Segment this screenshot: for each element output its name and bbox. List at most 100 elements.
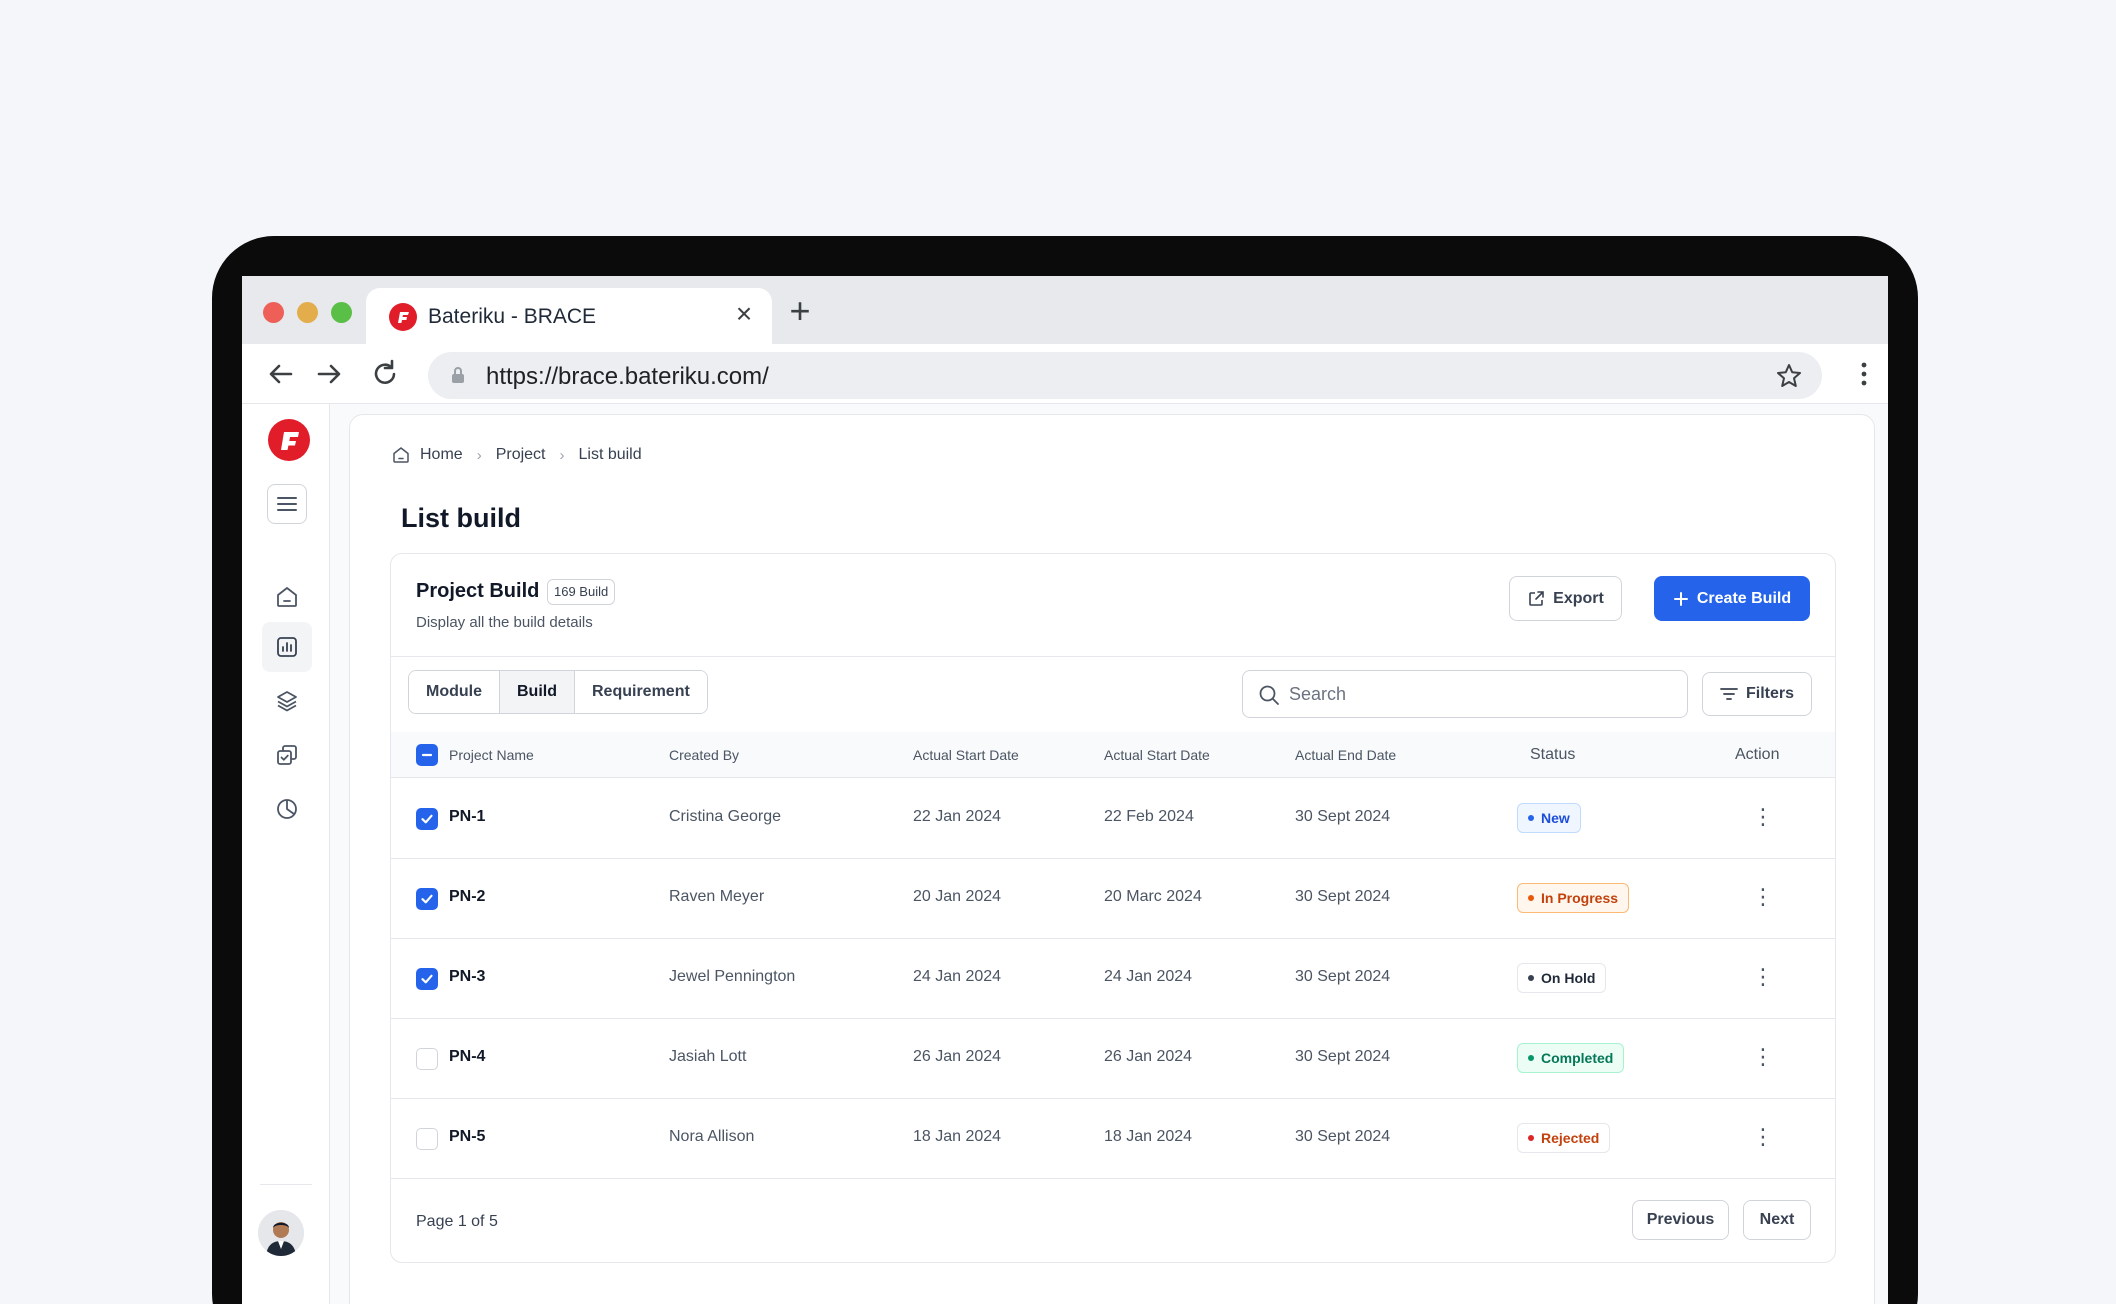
actual-start-date-2-cell: 24 Jan 2024 <box>1104 968 1193 985</box>
column-actual-end-date[interactable]: Actual End Date <box>1295 747 1396 763</box>
previous-button[interactable]: Previous <box>1632 1200 1729 1240</box>
browser-toolbar: https://brace.bateriku.com/ <box>242 344 1888 404</box>
tab-build[interactable]: Build <box>500 671 575 713</box>
home-icon <box>277 587 297 607</box>
sidebar <box>242 404 330 1304</box>
row-checkbox[interactable] <box>416 888 438 910</box>
project-name-cell: PN-5 <box>449 1128 486 1145</box>
project-name-cell: PN-1 <box>449 808 486 825</box>
copy-check-icon <box>277 745 297 765</box>
breadcrumb-current: List build <box>578 446 642 463</box>
status-badge: Completed <box>1517 1043 1625 1073</box>
export-label: Export <box>1553 589 1604 607</box>
card-header: Project Build 169 Build Display all the … <box>391 554 1835 657</box>
more-vertical-icon[interactable]: ⋮ <box>1751 805 1775 833</box>
app-area: Home › Project › List build List build P… <box>242 404 1888 1304</box>
menu-toggle-button[interactable] <box>267 484 307 524</box>
row-checkbox[interactable] <box>416 808 438 830</box>
table-row[interactable]: PN-4 Jasiah Lott 26 Jan 2024 26 Jan 2024 30 … <box>391 1019 1835 1099</box>
check-icon <box>421 974 433 984</box>
new-tab-button[interactable]: + <box>782 293 818 330</box>
more-vertical-icon[interactable]: ⋮ <box>1751 1125 1775 1153</box>
tab-bar: Bateriku - BRACE × + <box>242 276 1888 344</box>
actual-end-date-cell: 30 Sept 2024 <box>1295 1128 1391 1145</box>
filters-button[interactable]: Filters <box>1702 672 1812 716</box>
bookmark-star-icon[interactable] <box>1774 361 1804 391</box>
status-dot-icon <box>1528 1055 1534 1061</box>
column-actual-start-date[interactable]: Actual Start Date <box>913 747 1019 763</box>
brand-logo-icon[interactable] <box>267 418 311 462</box>
breadcrumb-home[interactable]: Home <box>420 446 463 464</box>
check-icon <box>421 894 433 904</box>
sidebar-divider <box>260 1184 312 1185</box>
column-actual-start-date-2[interactable]: Actual Start Date <box>1104 747 1210 763</box>
sidebar-item-layers[interactable] <box>262 676 312 726</box>
browser-menu-icon[interactable] <box>1852 357 1876 391</box>
table-row[interactable]: PN-5 Nora Allison 18 Jan 2024 18 Jan 2024 30… <box>391 1099 1835 1179</box>
sidebar-item-reports[interactable] <box>262 622 312 672</box>
close-tab-icon[interactable]: × <box>730 300 758 328</box>
create-build-button[interactable]: Create Build <box>1654 576 1810 621</box>
address-bar[interactable]: https://brace.bateriku.com/ <box>428 352 1822 399</box>
table-row[interactable]: PN-1 Cristina George 22 Jan 2024 22 Feb 202… <box>391 779 1835 859</box>
more-vertical-icon[interactable]: ⋮ <box>1751 885 1775 913</box>
breadcrumb-project[interactable]: Project <box>496 446 546 464</box>
status-label: New <box>1541 810 1570 826</box>
forward-arrow-icon[interactable] <box>312 357 346 391</box>
column-created-by[interactable]: Created By <box>669 747 739 763</box>
table-row[interactable]: PN-2 Raven Meyer 20 Jan 2024 20 Marc 2024 30… <box>391 859 1835 939</box>
filter-lines-icon <box>1720 688 1738 700</box>
maximize-window-button[interactable] <box>331 302 352 323</box>
row-checkbox[interactable] <box>416 1048 438 1070</box>
export-icon <box>1529 590 1544 606</box>
sidebar-item-home[interactable] <box>262 572 312 622</box>
select-all-checkbox[interactable] <box>416 744 438 766</box>
search-input[interactable] <box>1289 679 1669 709</box>
project-build-card: Project Build 169 Build Display all the … <box>390 553 1836 1263</box>
export-button[interactable]: Export <box>1509 576 1622 621</box>
status-badge: Rejected <box>1517 1123 1611 1153</box>
created-by-cell: Nora Allison <box>669 1128 755 1145</box>
chevron-right-icon: › <box>559 446 565 464</box>
lock-icon <box>452 367 464 383</box>
breadcrumb: Home › Project › List build <box>392 443 642 467</box>
reload-icon[interactable] <box>368 357 402 391</box>
column-project-name[interactable]: Project Name <box>449 747 534 763</box>
column-action: Action <box>1735 746 1780 763</box>
minimize-window-button[interactable] <box>297 302 318 323</box>
home-icon[interactable] <box>392 446 410 464</box>
card-title: Project Build <box>416 580 540 602</box>
status-label: Rejected <box>1541 1130 1600 1146</box>
hamburger-icon <box>277 497 297 511</box>
status-dot-icon <box>1528 815 1534 821</box>
column-status[interactable]: Status <box>1530 746 1575 764</box>
next-button[interactable]: Next <box>1743 1200 1811 1240</box>
chevron-right-icon: › <box>476 446 482 464</box>
row-checkbox[interactable] <box>416 968 438 990</box>
user-avatar[interactable] <box>258 1210 304 1256</box>
browser-tab[interactable]: Bateriku - BRACE × <box>366 288 772 344</box>
table-row[interactable]: PN-3 Jewel Pennington 24 Jan 2024 24 Jan 20… <box>391 939 1835 1019</box>
more-vertical-icon[interactable]: ⋮ <box>1751 1045 1775 1073</box>
more-vertical-icon[interactable]: ⋮ <box>1751 965 1775 993</box>
sidebar-item-tasks[interactable] <box>262 730 312 780</box>
view-tabs: Module Build Requirement <box>408 670 708 714</box>
status-badge: New <box>1517 803 1581 833</box>
brand-logo-icon <box>389 303 417 331</box>
tab-module[interactable]: Module <box>409 671 500 713</box>
close-window-button[interactable] <box>263 302 284 323</box>
main-content: Home › Project › List build List build P… <box>349 414 1875 1304</box>
status-badge: In Progress <box>1517 883 1630 913</box>
minus-icon <box>421 753 433 757</box>
sidebar-item-analytics[interactable] <box>262 784 312 834</box>
url-text: https://brace.bateriku.com/ <box>486 363 769 390</box>
page-title: List build <box>401 503 521 533</box>
status-label: On Hold <box>1541 970 1596 986</box>
created-by-cell: Jewel Pennington <box>669 968 796 985</box>
tab-requirement[interactable]: Requirement <box>575 671 707 713</box>
pie-chart-icon <box>277 799 297 819</box>
actual-start-date-cell: 18 Jan 2024 <box>913 1128 1002 1145</box>
row-checkbox[interactable] <box>416 1128 438 1150</box>
actual-start-date-2-cell: 22 Feb 2024 <box>1104 808 1194 825</box>
back-arrow-icon[interactable] <box>264 357 298 391</box>
